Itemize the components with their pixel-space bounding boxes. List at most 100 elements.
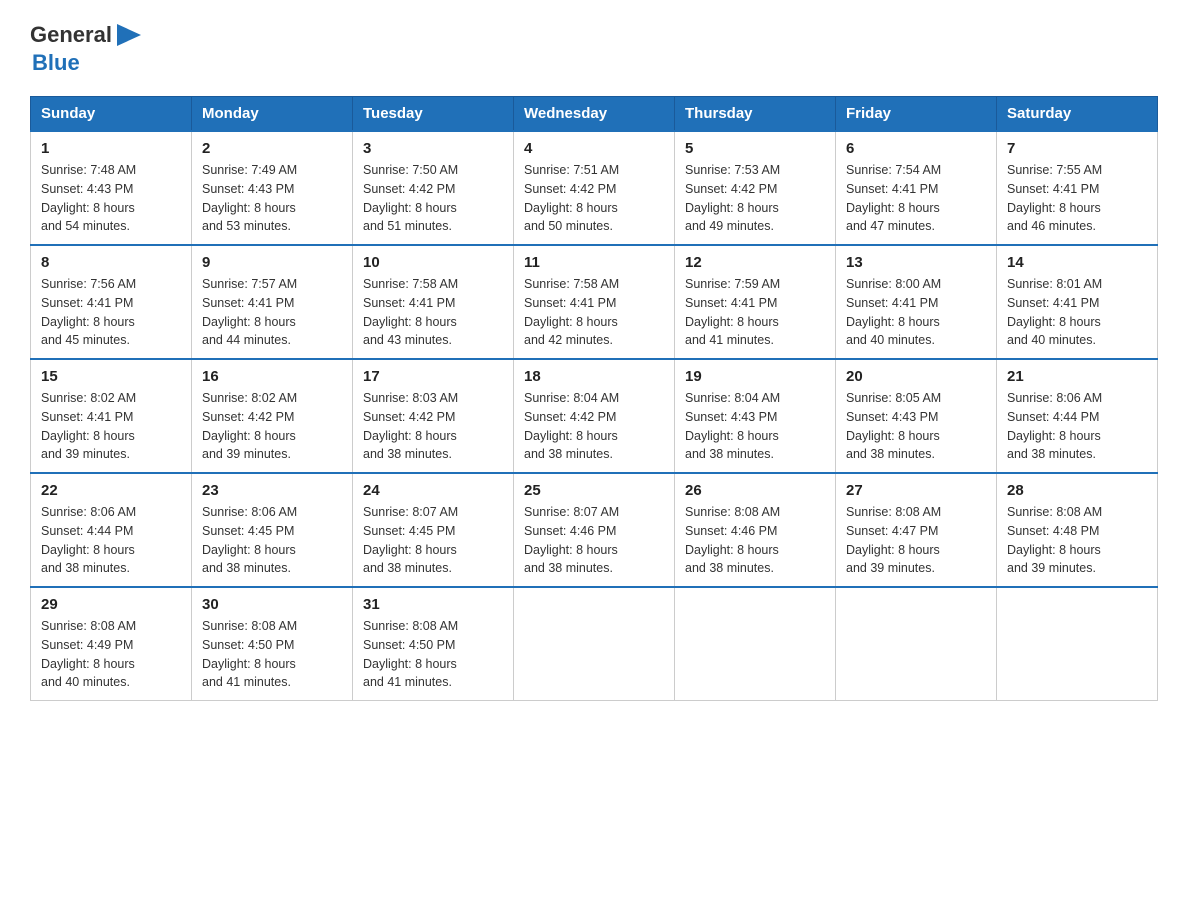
calendar-cell: 17 Sunrise: 8:03 AM Sunset: 4:42 PM Dayl… — [353, 359, 514, 473]
calendar-cell: 7 Sunrise: 7:55 AM Sunset: 4:41 PM Dayli… — [997, 131, 1158, 245]
calendar-cell: 9 Sunrise: 7:57 AM Sunset: 4:41 PM Dayli… — [192, 245, 353, 359]
day-number: 22 — [41, 482, 181, 499]
day-number: 5 — [685, 140, 825, 157]
day-number: 17 — [363, 368, 503, 385]
calendar-cell: 1 Sunrise: 7:48 AM Sunset: 4:43 PM Dayli… — [31, 131, 192, 245]
day-info: Sunrise: 8:06 AM Sunset: 4:45 PM Dayligh… — [202, 503, 342, 578]
day-info: Sunrise: 7:59 AM Sunset: 4:41 PM Dayligh… — [685, 275, 825, 350]
calendar-cell: 8 Sunrise: 7:56 AM Sunset: 4:41 PM Dayli… — [31, 245, 192, 359]
day-number: 4 — [524, 140, 664, 157]
day-info: Sunrise: 8:00 AM Sunset: 4:41 PM Dayligh… — [846, 275, 986, 350]
day-number: 19 — [685, 368, 825, 385]
day-number: 27 — [846, 482, 986, 499]
calendar-cell: 6 Sunrise: 7:54 AM Sunset: 4:41 PM Dayli… — [836, 131, 997, 245]
calendar-week-row: 22 Sunrise: 8:06 AM Sunset: 4:44 PM Dayl… — [31, 473, 1158, 587]
calendar-cell: 19 Sunrise: 8:04 AM Sunset: 4:43 PM Dayl… — [675, 359, 836, 473]
day-number: 28 — [1007, 482, 1147, 499]
logo: General Blue — [30, 20, 145, 76]
day-number: 10 — [363, 254, 503, 271]
day-number: 18 — [524, 368, 664, 385]
calendar-cell — [997, 587, 1158, 701]
day-number: 9 — [202, 254, 342, 271]
day-number: 15 — [41, 368, 181, 385]
calendar-cell: 16 Sunrise: 8:02 AM Sunset: 4:42 PM Dayl… — [192, 359, 353, 473]
calendar-cell — [836, 587, 997, 701]
day-number: 26 — [685, 482, 825, 499]
calendar-cell: 14 Sunrise: 8:01 AM Sunset: 4:41 PM Dayl… — [997, 245, 1158, 359]
calendar-week-row: 29 Sunrise: 8:08 AM Sunset: 4:49 PM Dayl… — [31, 587, 1158, 701]
calendar-cell: 29 Sunrise: 8:08 AM Sunset: 4:49 PM Dayl… — [31, 587, 192, 701]
day-number: 16 — [202, 368, 342, 385]
day-number: 12 — [685, 254, 825, 271]
col-header-thursday: Thursday — [675, 97, 836, 132]
day-number: 30 — [202, 596, 342, 613]
col-header-monday: Monday — [192, 97, 353, 132]
calendar-cell: 4 Sunrise: 7:51 AM Sunset: 4:42 PM Dayli… — [514, 131, 675, 245]
day-number: 20 — [846, 368, 986, 385]
day-info: Sunrise: 8:06 AM Sunset: 4:44 PM Dayligh… — [41, 503, 181, 578]
day-number: 6 — [846, 140, 986, 157]
day-info: Sunrise: 8:02 AM Sunset: 4:42 PM Dayligh… — [202, 389, 342, 464]
calendar-cell: 26 Sunrise: 8:08 AM Sunset: 4:46 PM Dayl… — [675, 473, 836, 587]
col-header-sunday: Sunday — [31, 97, 192, 132]
col-header-friday: Friday — [836, 97, 997, 132]
day-info: Sunrise: 8:08 AM Sunset: 4:50 PM Dayligh… — [202, 617, 342, 692]
day-info: Sunrise: 8:07 AM Sunset: 4:46 PM Dayligh… — [524, 503, 664, 578]
calendar-cell — [514, 587, 675, 701]
day-info: Sunrise: 8:05 AM Sunset: 4:43 PM Dayligh… — [846, 389, 986, 464]
calendar-cell: 2 Sunrise: 7:49 AM Sunset: 4:43 PM Dayli… — [192, 131, 353, 245]
day-number: 31 — [363, 596, 503, 613]
day-info: Sunrise: 7:58 AM Sunset: 4:41 PM Dayligh… — [524, 275, 664, 350]
day-number: 3 — [363, 140, 503, 157]
day-number: 21 — [1007, 368, 1147, 385]
day-info: Sunrise: 8:08 AM Sunset: 4:49 PM Dayligh… — [41, 617, 181, 692]
col-header-saturday: Saturday — [997, 97, 1158, 132]
day-info: Sunrise: 8:08 AM Sunset: 4:47 PM Dayligh… — [846, 503, 986, 578]
calendar-cell: 27 Sunrise: 8:08 AM Sunset: 4:47 PM Dayl… — [836, 473, 997, 587]
day-info: Sunrise: 7:48 AM Sunset: 4:43 PM Dayligh… — [41, 161, 181, 236]
day-info: Sunrise: 8:01 AM Sunset: 4:41 PM Dayligh… — [1007, 275, 1147, 350]
calendar-cell: 30 Sunrise: 8:08 AM Sunset: 4:50 PM Dayl… — [192, 587, 353, 701]
day-info: Sunrise: 8:03 AM Sunset: 4:42 PM Dayligh… — [363, 389, 503, 464]
day-number: 29 — [41, 596, 181, 613]
calendar-cell: 3 Sunrise: 7:50 AM Sunset: 4:42 PM Dayli… — [353, 131, 514, 245]
day-info: Sunrise: 7:58 AM Sunset: 4:41 PM Dayligh… — [363, 275, 503, 350]
calendar-table: SundayMondayTuesdayWednesdayThursdayFrid… — [30, 96, 1158, 701]
day-number: 24 — [363, 482, 503, 499]
col-header-tuesday: Tuesday — [353, 97, 514, 132]
day-info: Sunrise: 7:57 AM Sunset: 4:41 PM Dayligh… — [202, 275, 342, 350]
day-info: Sunrise: 8:06 AM Sunset: 4:44 PM Dayligh… — [1007, 389, 1147, 464]
day-info: Sunrise: 8:07 AM Sunset: 4:45 PM Dayligh… — [363, 503, 503, 578]
day-info: Sunrise: 8:04 AM Sunset: 4:42 PM Dayligh… — [524, 389, 664, 464]
day-number: 25 — [524, 482, 664, 499]
calendar-cell: 10 Sunrise: 7:58 AM Sunset: 4:41 PM Dayl… — [353, 245, 514, 359]
day-info: Sunrise: 8:04 AM Sunset: 4:43 PM Dayligh… — [685, 389, 825, 464]
day-info: Sunrise: 7:51 AM Sunset: 4:42 PM Dayligh… — [524, 161, 664, 236]
calendar-cell: 21 Sunrise: 8:06 AM Sunset: 4:44 PM Dayl… — [997, 359, 1158, 473]
calendar-cell: 31 Sunrise: 8:08 AM Sunset: 4:50 PM Dayl… — [353, 587, 514, 701]
day-info: Sunrise: 8:08 AM Sunset: 4:50 PM Dayligh… — [363, 617, 503, 692]
calendar-cell: 11 Sunrise: 7:58 AM Sunset: 4:41 PM Dayl… — [514, 245, 675, 359]
calendar-cell: 23 Sunrise: 8:06 AM Sunset: 4:45 PM Dayl… — [192, 473, 353, 587]
day-info: Sunrise: 8:08 AM Sunset: 4:48 PM Dayligh… — [1007, 503, 1147, 578]
calendar-cell: 24 Sunrise: 8:07 AM Sunset: 4:45 PM Dayl… — [353, 473, 514, 587]
calendar-cell — [675, 587, 836, 701]
day-number: 2 — [202, 140, 342, 157]
day-info: Sunrise: 8:08 AM Sunset: 4:46 PM Dayligh… — [685, 503, 825, 578]
day-number: 13 — [846, 254, 986, 271]
calendar-week-row: 8 Sunrise: 7:56 AM Sunset: 4:41 PM Dayli… — [31, 245, 1158, 359]
header: General Blue — [30, 20, 1158, 76]
day-info: Sunrise: 7:50 AM Sunset: 4:42 PM Dayligh… — [363, 161, 503, 236]
calendar-header-row: SundayMondayTuesdayWednesdayThursdayFrid… — [31, 97, 1158, 132]
day-info: Sunrise: 7:55 AM Sunset: 4:41 PM Dayligh… — [1007, 161, 1147, 236]
day-info: Sunrise: 7:54 AM Sunset: 4:41 PM Dayligh… — [846, 161, 986, 236]
day-info: Sunrise: 7:56 AM Sunset: 4:41 PM Dayligh… — [41, 275, 181, 350]
day-info: Sunrise: 8:02 AM Sunset: 4:41 PM Dayligh… — [41, 389, 181, 464]
calendar-cell: 22 Sunrise: 8:06 AM Sunset: 4:44 PM Dayl… — [31, 473, 192, 587]
calendar-cell: 28 Sunrise: 8:08 AM Sunset: 4:48 PM Dayl… — [997, 473, 1158, 587]
day-number: 8 — [41, 254, 181, 271]
calendar-cell: 5 Sunrise: 7:53 AM Sunset: 4:42 PM Dayli… — [675, 131, 836, 245]
day-info: Sunrise: 7:53 AM Sunset: 4:42 PM Dayligh… — [685, 161, 825, 236]
calendar-cell: 20 Sunrise: 8:05 AM Sunset: 4:43 PM Dayl… — [836, 359, 997, 473]
day-number: 23 — [202, 482, 342, 499]
